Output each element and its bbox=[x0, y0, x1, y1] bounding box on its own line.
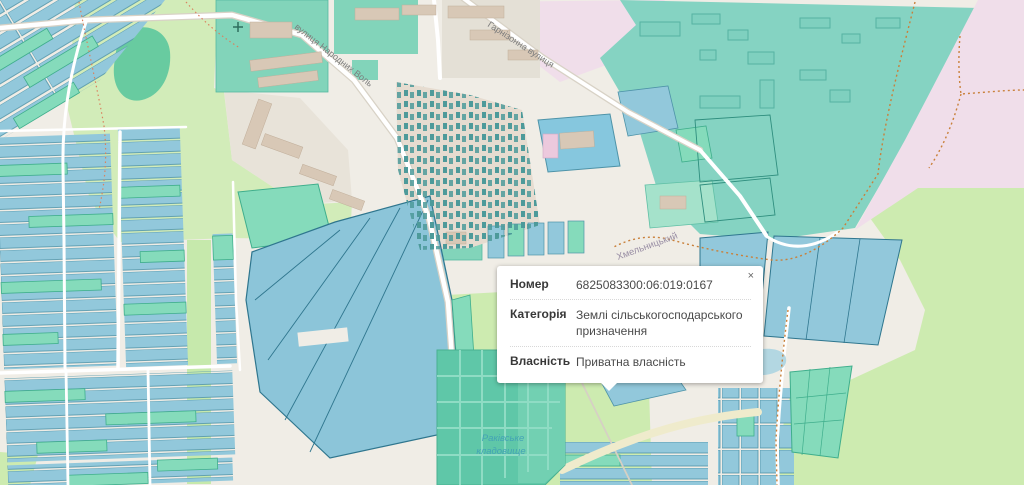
popup-row-label: Власність bbox=[510, 354, 576, 370]
popup-row-value: 6825083300:06:019:0167 bbox=[576, 277, 751, 293]
map-canvas[interactable]: Гарнізонна вулиця вулиця Народних Воль Х… bbox=[0, 0, 1024, 485]
pink-building bbox=[543, 134, 558, 158]
popup-row-value: Приватна власність bbox=[576, 354, 751, 370]
popup-close-button[interactable]: × bbox=[746, 269, 756, 284]
popup-row-number: Номер 6825083300:06:019:0167 bbox=[510, 270, 751, 299]
cemetery-label-line2: кладовище bbox=[476, 446, 525, 457]
popup-row-label: Категорія bbox=[510, 307, 576, 339]
popup-row-label: Номер bbox=[510, 277, 576, 293]
popup-row-category: Категорія Землі сільськогосподарського п… bbox=[510, 299, 751, 345]
popup-row-ownership: Власність Приватна власність bbox=[510, 346, 751, 376]
popup-row-value: Землі сільськогосподарського призначення bbox=[576, 307, 751, 339]
cadastral-map-app: Гарнізонна вулиця вулиця Народних Воль Х… bbox=[0, 0, 1024, 485]
parcel-info-popup: × Номер 6825083300:06:019:0167 Категорія… bbox=[497, 266, 763, 383]
cemetery-label-line1: Раківське bbox=[482, 433, 524, 444]
